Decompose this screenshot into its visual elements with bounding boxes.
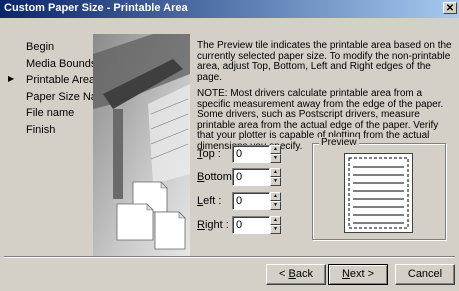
top-field: Top : 0 ▲ ▼ — [197, 145, 287, 167]
current-step-arrow-icon: ▶ — [8, 74, 15, 83]
step-label: Printable Area — [26, 74, 96, 86]
spin-down-icon[interactable]: ▼ — [270, 154, 281, 163]
step-file-name: File name — [8, 107, 98, 124]
wizard-steps: Begin Media Bounds ▶ Printable Area Paper… — [8, 41, 112, 141]
step-printable-area: ▶ Printable Area — [8, 74, 98, 91]
preview-label: Preview — [319, 137, 359, 148]
next-button[interactable]: Next > — [328, 264, 388, 285]
spin-down-icon[interactable]: ▼ — [270, 201, 281, 210]
right-label: Right : — [197, 219, 229, 231]
plotter-illustration — [93, 34, 190, 256]
left-spinner[interactable]: ▲ ▼ — [270, 192, 281, 210]
preview-paper — [344, 153, 413, 233]
top-input[interactable]: 0 — [232, 145, 270, 163]
step-label: Media Bounds — [26, 57, 97, 70]
step-label: File name — [26, 107, 75, 119]
bottom-input[interactable]: 0 — [232, 168, 270, 186]
top-label: Top : — [197, 148, 221, 160]
left-input[interactable]: 0 — [232, 192, 270, 210]
back-button[interactable]: < Back — [266, 264, 326, 285]
spin-down-icon[interactable]: ▼ — [270, 225, 281, 234]
right-input[interactable]: 0 — [232, 216, 270, 234]
title-bar: Custom Paper Size - Printable Area ✕ — [0, 0, 459, 18]
cancel-button[interactable]: Cancel — [395, 264, 455, 285]
right-field: Right : 0 ▲ ▼ — [197, 216, 287, 238]
printable-area-preview — [348, 157, 409, 229]
spin-up-icon[interactable]: ▲ — [270, 168, 281, 177]
top-spinner[interactable]: ▲ ▼ — [270, 145, 281, 163]
right-spinner[interactable]: ▲ ▼ — [270, 216, 281, 234]
step-finish: Finish — [8, 124, 98, 141]
left-field: Left : 0 ▲ ▼ — [197, 192, 287, 214]
left-label: Left : — [197, 195, 222, 207]
bottom-field: Bottom : 0 ▲ ▼ — [197, 168, 287, 190]
close-icon: ✕ — [445, 3, 455, 14]
spin-up-icon[interactable]: ▲ — [270, 192, 281, 201]
step-paper-size-name: Paper Size Name — [8, 91, 112, 108]
separator — [4, 256, 455, 258]
step-begin: Begin — [8, 41, 98, 58]
preview-group: Preview — [312, 137, 446, 240]
step-label: Begin — [26, 41, 55, 53]
step-label: Finish — [26, 123, 56, 136]
spin-down-icon[interactable]: ▼ — [270, 177, 281, 186]
spin-up-icon[interactable]: ▲ — [270, 216, 281, 225]
close-button[interactable]: ✕ — [443, 2, 457, 14]
description-text: The Preview tile indicates the printable… — [197, 40, 452, 83]
bottom-spinner[interactable]: ▲ ▼ — [270, 168, 281, 186]
window-title: Custom Paper Size - Printable Area — [4, 2, 188, 14]
spin-up-icon[interactable]: ▲ — [270, 145, 281, 154]
step-media-bounds: Media Bounds — [8, 58, 98, 75]
